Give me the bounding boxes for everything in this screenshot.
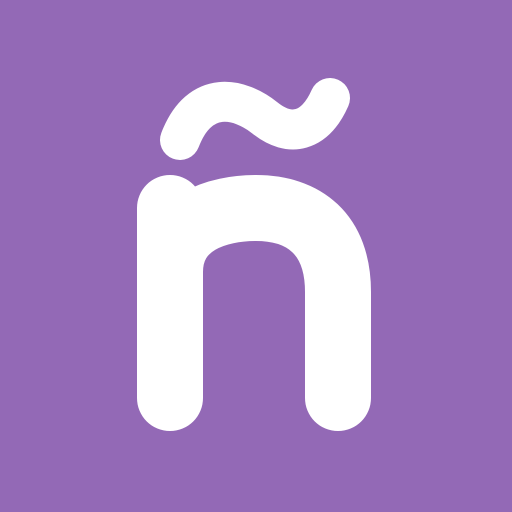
tilde-mark [160, 78, 350, 160]
app-icon-tile: ñ [0, 0, 512, 512]
n-letterform [137, 175, 371, 431]
n-tilde-icon [137, 78, 371, 431]
